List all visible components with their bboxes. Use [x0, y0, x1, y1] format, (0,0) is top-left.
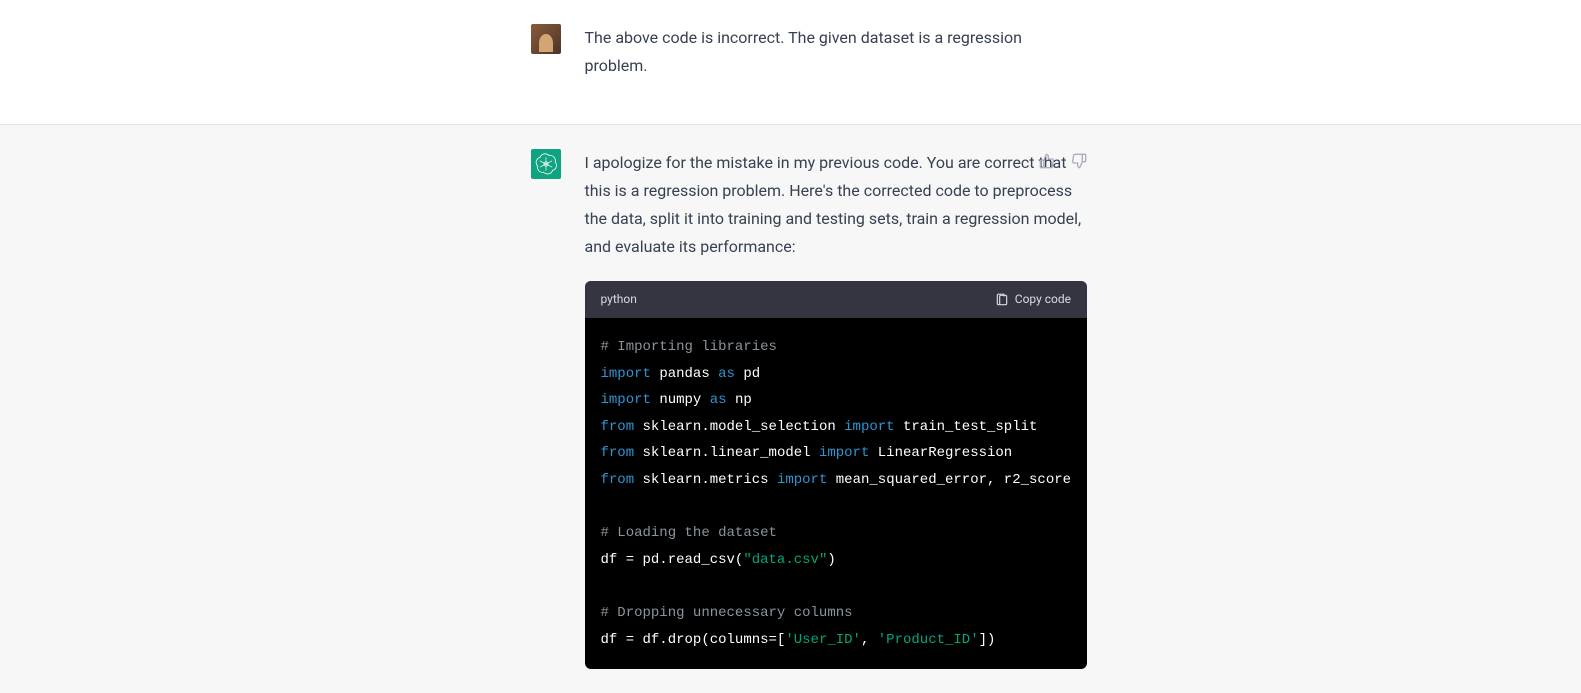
clipboard-icon [995, 292, 1009, 308]
assistant-avatar [531, 149, 561, 179]
user-avatar [531, 24, 561, 54]
user-message-block: The above code is incorrect. The given d… [0, 0, 1581, 124]
thumbs-up-icon [1039, 153, 1055, 169]
feedback-buttons [1035, 149, 1091, 173]
copy-code-label: Copy code [1015, 289, 1071, 310]
assistant-message-block: I apologize for the mistake in my previo… [0, 124, 1581, 693]
user-message-content: The above code is incorrect. The given d… [585, 24, 1051, 100]
thumbs-down-button[interactable] [1067, 149, 1091, 173]
thumbs-down-icon [1071, 153, 1087, 169]
assistant-message-text: I apologize for the mistake in my previo… [585, 149, 1088, 261]
copy-code-button[interactable]: Copy code [995, 289, 1071, 310]
thumbs-up-button[interactable] [1035, 149, 1059, 173]
code-block: python Copy code # Importing librariesim… [585, 281, 1088, 669]
assistant-message-content: I apologize for the mistake in my previo… [585, 149, 1088, 669]
code-language-label: python [601, 289, 637, 310]
user-message-text: The above code is incorrect. The given d… [585, 24, 1051, 80]
code-header: python Copy code [585, 281, 1088, 318]
code-body[interactable]: # Importing librariesimport pandas as pd… [585, 318, 1088, 669]
